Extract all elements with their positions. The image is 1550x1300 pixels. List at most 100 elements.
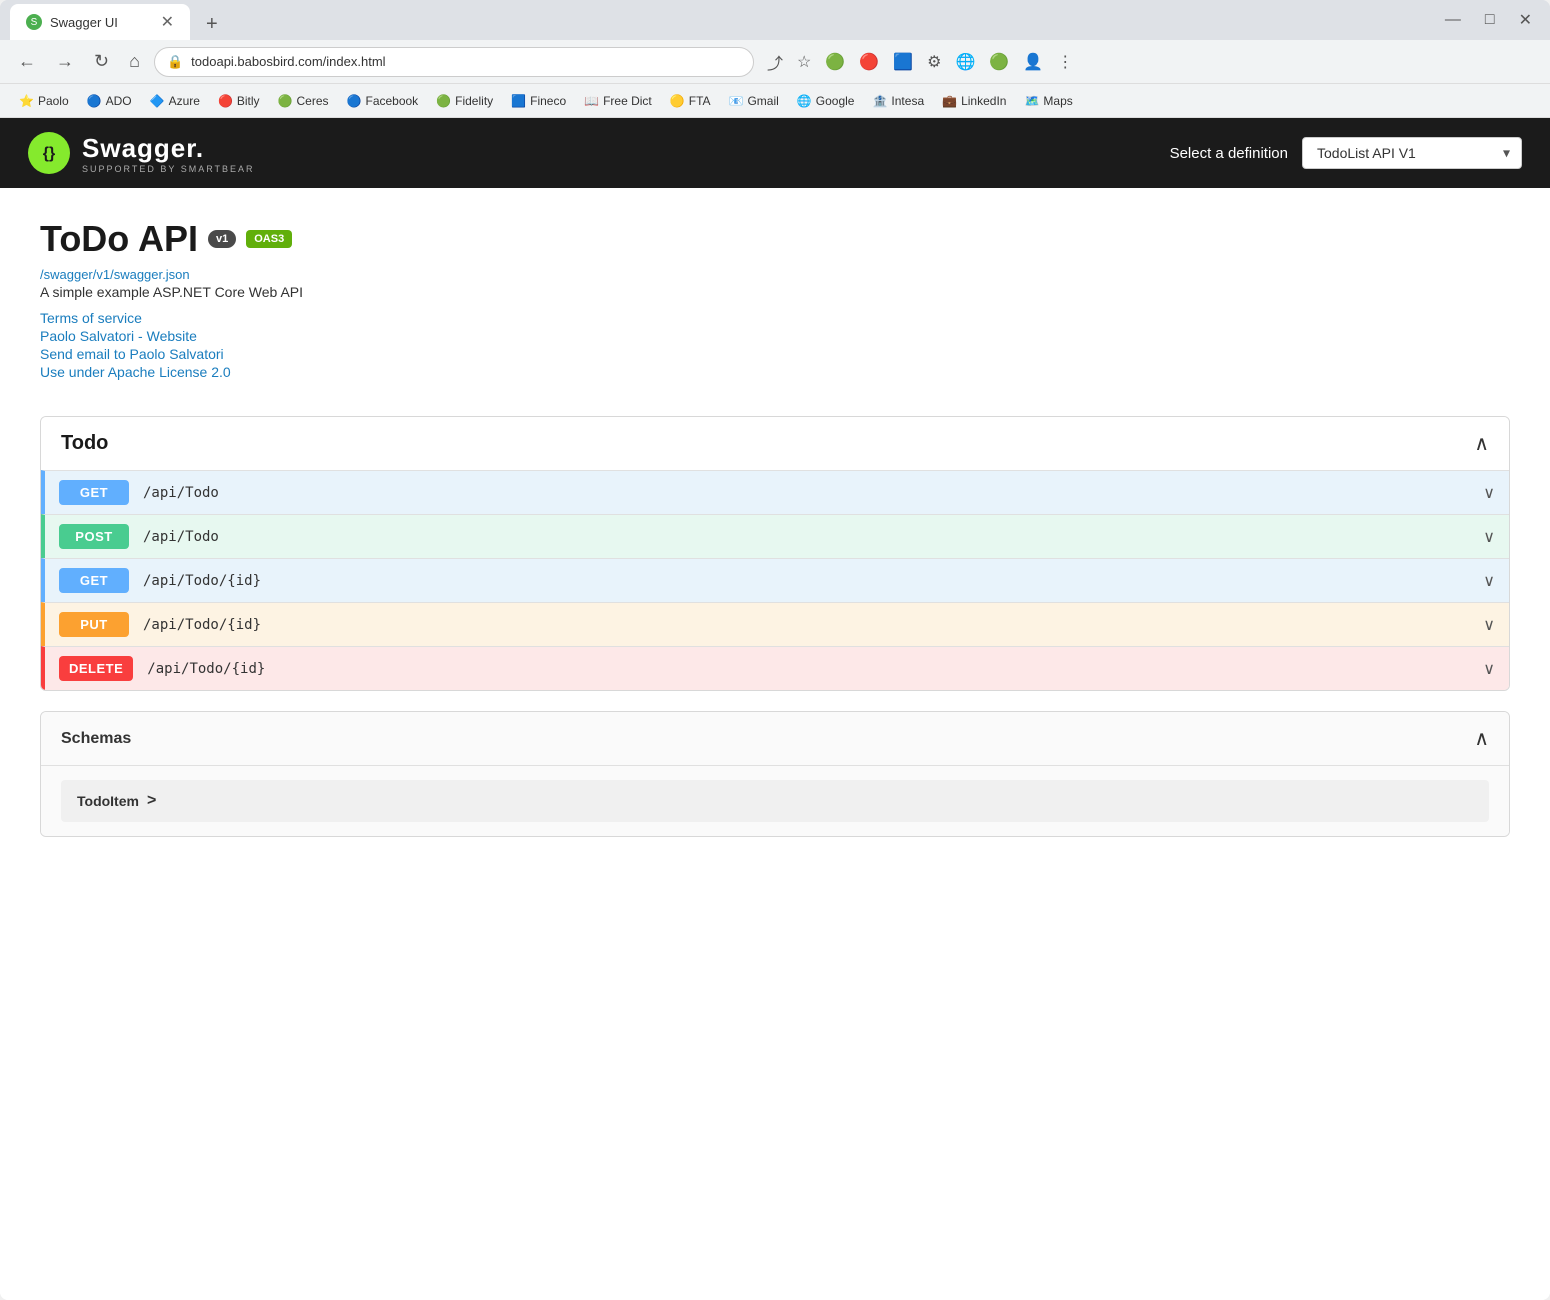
endpoint-chevron-delete-todo-id: ∨ (1483, 659, 1495, 679)
bookmark-azure[interactable]: 🔷 Azure (143, 91, 207, 111)
definition-label: Select a definition (1170, 145, 1288, 162)
bookmark-ado[interactable]: 🔵 ADO (80, 91, 139, 111)
page-content: {} Swagger. SUPPORTED BY SMARTBEAR Selec… (0, 118, 1550, 1300)
endpoint-chevron-post-todo: ∨ (1483, 527, 1495, 547)
schema-item-name: TodoItem (77, 793, 139, 809)
bookmark-icon-bitly: 🔴 (218, 94, 233, 108)
bookmark-paolo[interactable]: ⭐ Paolo (12, 91, 76, 111)
new-tab-button[interactable]: + (198, 9, 226, 40)
bookmark-ceres[interactable]: 🟢 Ceres (271, 91, 336, 111)
bookmark-icon-maps: 🗺️ (1024, 94, 1039, 108)
method-badge-delete: DELETE (59, 656, 133, 681)
close-button[interactable]: ✕ (1511, 6, 1540, 34)
endpoint-put-todo-id[interactable]: PUT /api/Todo/{id} ∨ (41, 602, 1509, 646)
bookmark-icon-fidelity: 🟢 (436, 94, 451, 108)
api-spec-url[interactable]: /swagger/v1/swagger.json (40, 267, 190, 282)
schemas-section: Schemas ∧ TodoItem > (40, 711, 1510, 837)
bookmark-gmail[interactable]: 📧 Gmail (722, 91, 786, 111)
definition-select-wrapper: TodoList API V1 ▾ (1302, 137, 1522, 169)
bookmark-fta[interactable]: 🟡 FTA (663, 91, 718, 111)
endpoint-path-get-todo: /api/Todo (143, 485, 1469, 501)
extension-icon-6[interactable]: 🟢 (984, 49, 1014, 75)
bookmark-label: Maps (1043, 94, 1072, 108)
bookmark-icon[interactable]: ☆ (792, 49, 816, 75)
schema-expand-arrow: > (147, 792, 156, 810)
bookmark-label: LinkedIn (961, 94, 1006, 108)
bookmark-icon-azure: 🔷 (150, 94, 165, 108)
bookmark-icon-intesa: 🏦 (872, 94, 887, 108)
bookmark-fidelity[interactable]: 🟢 Fidelity (429, 91, 500, 111)
endpoint-get-todo-id[interactable]: GET /api/Todo/{id} ∨ (41, 558, 1509, 602)
bookmark-fineco[interactable]: 🟦 Fineco (504, 91, 573, 111)
refresh-button[interactable]: ↻ (88, 47, 115, 76)
window-controls: — □ ✕ (1437, 6, 1540, 34)
bookmark-icon-gmail: 📧 (729, 94, 744, 108)
home-button[interactable]: ⌂ (123, 47, 146, 76)
bookmark-icon-fta: 🟡 (670, 94, 685, 108)
browser-window: S Swagger UI ✕ + — □ ✕ ← → ↻ ⌂ 🔒 todoapi… (0, 0, 1550, 1300)
bookmark-bitly[interactable]: 🔴 Bitly (211, 91, 267, 111)
bookmark-linkedin[interactable]: 💼 LinkedIn (935, 91, 1013, 111)
maximize-button[interactable]: □ (1477, 7, 1503, 33)
bookmark-label: Fidelity (455, 94, 493, 108)
api-title: ToDo API (40, 218, 198, 260)
bookmark-google[interactable]: 🌐 Google (790, 91, 862, 111)
bookmark-icon-facebook: 🔵 (347, 94, 362, 108)
tab-title: Swagger UI (50, 15, 118, 30)
bookmark-label: Facebook (365, 94, 418, 108)
endpoint-delete-todo-id[interactable]: DELETE /api/Todo/{id} ∨ (41, 646, 1509, 690)
profile-icon[interactable]: 👤 (1018, 49, 1048, 75)
tab-close-button[interactable]: ✕ (161, 12, 174, 32)
bookmark-facebook[interactable]: 🔵 Facebook (340, 91, 426, 111)
extension-icon-1[interactable]: 🟢 (820, 49, 850, 75)
active-tab[interactable]: S Swagger UI ✕ (10, 4, 190, 40)
license-link[interactable]: Use under Apache License 2.0 (40, 364, 1510, 380)
todo-section-header[interactable]: Todo ∧ (41, 417, 1509, 470)
lock-icon: 🔒 (167, 54, 183, 70)
bookmark-label: Intesa (891, 94, 924, 108)
back-button[interactable]: ← (12, 47, 42, 76)
bookmark-label: FTA (689, 94, 711, 108)
api-description: A simple example ASP.NET Core Web API (40, 284, 1510, 300)
extension-icon-4[interactable]: ⚙ (922, 49, 946, 75)
url-text: todoapi.babosbird.com/index.html (191, 54, 385, 69)
bookmark-intesa[interactable]: 🏦 Intesa (865, 91, 931, 111)
share-icon[interactable]: ⤴ (762, 47, 788, 77)
definition-select[interactable]: TodoList API V1 (1302, 137, 1522, 169)
bookmark-icon-freedict: 📖 (584, 94, 599, 108)
swagger-header: {} Swagger. SUPPORTED BY SMARTBEAR Selec… (0, 118, 1550, 188)
extension-icon-3[interactable]: 🟦 (888, 49, 918, 75)
minimize-button[interactable]: — (1437, 7, 1469, 33)
svg-text:{}: {} (43, 145, 55, 162)
bookmark-icon-paolo: ⭐ (19, 94, 34, 108)
api-oas3-badge: OAS3 (246, 230, 292, 248)
bookmark-label: Bitly (237, 94, 260, 108)
menu-icon[interactable]: ⋮ (1052, 49, 1078, 75)
website-link[interactable]: Paolo Salvatori - Website (40, 328, 1510, 344)
address-bar[interactable]: 🔒 todoapi.babosbird.com/index.html (154, 47, 754, 77)
endpoint-get-todo[interactable]: GET /api/Todo ∨ (41, 470, 1509, 514)
api-version-badge: v1 (208, 230, 236, 248)
schema-item-todoitem[interactable]: TodoItem > (61, 780, 1489, 822)
schemas-header[interactable]: Schemas ∧ (41, 712, 1509, 766)
nav-icons: ⤴ ☆ 🟢 🔴 🟦 ⚙ 🌐 🟢 👤 ⋮ (762, 47, 1078, 77)
email-link[interactable]: Send email to Paolo Salvatori (40, 346, 1510, 362)
bookmark-icon-fineco: 🟦 (511, 94, 526, 108)
extension-icon-5[interactable]: 🌐 (950, 49, 980, 75)
bookmark-maps[interactable]: 🗺️ Maps (1017, 91, 1079, 111)
swagger-logo-icon: {} (28, 132, 70, 174)
endpoint-post-todo[interactable]: POST /api/Todo ∨ (41, 514, 1509, 558)
bookmark-freedict[interactable]: 📖 Free Dict (577, 91, 659, 111)
tabs-area: S Swagger UI ✕ + (10, 0, 226, 40)
forward-button[interactable]: → (50, 47, 80, 76)
tab-favicon: S (26, 14, 42, 30)
method-badge-post: POST (59, 524, 129, 549)
terms-of-service-link[interactable]: Terms of service (40, 310, 1510, 326)
extension-icon-2[interactable]: 🔴 (854, 49, 884, 75)
endpoint-path-post-todo: /api/Todo (143, 529, 1469, 545)
endpoint-path-delete-todo-id: /api/Todo/{id} (147, 661, 1469, 677)
todo-section-chevron: ∧ (1474, 431, 1489, 456)
nav-bar: ← → ↻ ⌂ 🔒 todoapi.babosbird.com/index.ht… (0, 40, 1550, 84)
endpoint-chevron-get-todo-id: ∨ (1483, 571, 1495, 591)
schemas-chevron: ∧ (1474, 726, 1489, 751)
